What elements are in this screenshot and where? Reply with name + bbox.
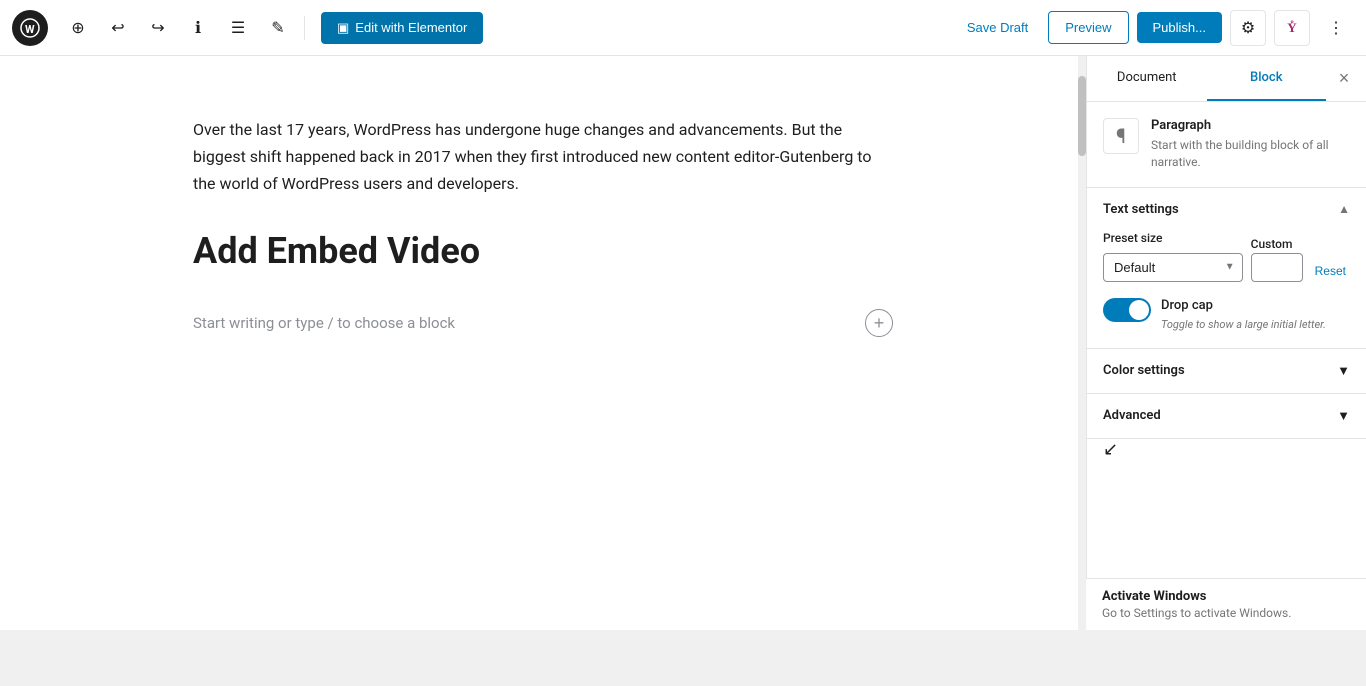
block-info-text: Paragraph Start with the building block …	[1151, 118, 1350, 171]
more-options-button[interactable]: ⋮	[1318, 10, 1354, 46]
reset-label: Reset	[1315, 264, 1346, 278]
info-button[interactable]: ℹ	[180, 10, 216, 46]
paragraph-icon: ¶	[1116, 124, 1126, 148]
list-view-button[interactable]: ☰	[220, 10, 256, 46]
redo-icon: ↪	[151, 18, 164, 38]
editor-content: Over the last 17 years, WordPress has un…	[193, 116, 893, 349]
add-block-toolbar-button[interactable]: ⊕	[60, 10, 96, 46]
yoast-button[interactable]: Y̊	[1274, 10, 1310, 46]
edit-elementor-button[interactable]: ▣ Edit with Elementor	[321, 12, 483, 44]
preview-button[interactable]: Preview	[1048, 11, 1128, 44]
close-icon: ×	[1339, 68, 1350, 89]
drop-cap-label: Drop cap	[1161, 298, 1326, 313]
toolbar-right: Save Draft Preview Publish... ⚙ Y̊ ⋮	[955, 10, 1354, 46]
pencil-icon: ✎	[271, 18, 284, 38]
custom-label: Custom	[1251, 237, 1293, 251]
cursor-indicator: ↙	[1103, 439, 1118, 460]
edit-elementor-label: Edit with Elementor	[355, 20, 467, 35]
main-layout: Over the last 17 years, WordPress has un…	[0, 56, 1366, 630]
block-sidebar: Document Block × ¶ Paragraph Start with …	[1086, 56, 1366, 630]
list-icon: ☰	[231, 18, 245, 38]
save-draft-button[interactable]: Save Draft	[955, 12, 1040, 43]
svg-text:W: W	[25, 23, 35, 36]
empty-paragraph-block[interactable]: Start writing or type / to choose a bloc…	[193, 297, 893, 349]
undo-icon: ↩	[111, 18, 124, 38]
activate-windows-description: Go to Settings to activate Windows.	[1102, 606, 1350, 620]
block-type-name: Paragraph	[1151, 118, 1350, 133]
tools-button[interactable]: ✎	[260, 10, 296, 46]
save-draft-label: Save Draft	[967, 20, 1028, 35]
tab-block-label: Block	[1250, 70, 1282, 85]
info-icon: ℹ	[195, 18, 201, 38]
elementor-icon: ▣	[337, 20, 349, 36]
top-toolbar: W ⊕ ↩ ↪ ℹ ☰ ✎ ▣ Edit with Elementor Save…	[0, 0, 1366, 56]
advanced-section-header[interactable]: Advanced ▼	[1087, 394, 1366, 439]
publish-button[interactable]: Publish...	[1137, 12, 1222, 43]
wp-logo[interactable]: W	[12, 10, 48, 46]
activate-windows-notice: Activate Windows Go to Settings to activ…	[1086, 578, 1366, 630]
color-settings-header[interactable]: Color settings ▼	[1087, 349, 1366, 394]
tab-document[interactable]: Document	[1087, 56, 1207, 101]
drop-cap-row: Drop cap Toggle to show a large initial …	[1103, 298, 1350, 332]
settings-button[interactable]: ⚙	[1230, 10, 1266, 46]
preset-size-select[interactable]: Default Small Medium Large X-Large	[1103, 253, 1243, 282]
text-settings-section: Text settings ▲ Preset size Default Smal…	[1087, 188, 1366, 349]
wp-logo-icon: W	[20, 18, 40, 38]
block-type-description: Start with the building block of all nar…	[1151, 137, 1350, 171]
tab-block[interactable]: Block	[1207, 56, 1327, 101]
text-settings-content: Preset size Default Small Medium Large X…	[1087, 231, 1366, 348]
text-settings-chevron: ▲	[1338, 202, 1350, 216]
color-settings-label: Color settings	[1103, 363, 1185, 378]
block-info-section: ¶ Paragraph Start with the building bloc…	[1087, 102, 1366, 188]
sidebar-tabs: Document Block ×	[1087, 56, 1366, 102]
paragraph-block[interactable]: Over the last 17 years, WordPress has un…	[193, 116, 893, 198]
color-settings-chevron: ▼	[1337, 363, 1350, 379]
preset-size-select-wrap: Default Small Medium Large X-Large ▼	[1103, 253, 1243, 282]
drop-cap-toggle[interactable]	[1103, 298, 1151, 322]
editor-scrollbar-thumb[interactable]	[1078, 76, 1086, 156]
toolbar-separator	[304, 16, 305, 40]
preview-label: Preview	[1065, 20, 1111, 35]
publish-label: Publish...	[1153, 20, 1206, 35]
text-settings-header[interactable]: Text settings ▲	[1087, 188, 1366, 231]
undo-button[interactable]: ↩	[100, 10, 136, 46]
redo-button[interactable]: ↪	[140, 10, 176, 46]
tab-document-label: Document	[1117, 70, 1177, 85]
heading-block[interactable]: Add Embed Video	[193, 230, 893, 273]
gear-icon: ⚙	[1241, 18, 1255, 38]
add-block-inline-button[interactable]: +	[865, 309, 893, 337]
editor-scrollbar-track[interactable]	[1078, 56, 1086, 630]
drop-cap-text: Drop cap Toggle to show a large initial …	[1161, 298, 1326, 332]
ellipsis-vertical-icon: ⋮	[1328, 18, 1344, 38]
advanced-label: Advanced	[1103, 408, 1161, 423]
sidebar-close-button[interactable]: ×	[1326, 61, 1362, 97]
empty-block-placeholder: Start writing or type / to choose a bloc…	[193, 314, 455, 332]
activate-windows-title: Activate Windows	[1102, 589, 1350, 604]
advanced-chevron: ▼	[1337, 408, 1350, 424]
block-type-icon: ¶	[1103, 118, 1139, 154]
toggle-knob	[1129, 300, 1149, 320]
plus-circle-icon: +	[874, 314, 885, 332]
drop-cap-description: Toggle to show a large initial letter.	[1161, 317, 1326, 332]
yoast-icon: Y̊	[1287, 20, 1296, 36]
text-settings-label: Text settings	[1103, 202, 1179, 217]
preset-size-label: Preset size	[1103, 231, 1243, 245]
plus-icon: ⊕	[71, 18, 84, 38]
editor-area[interactable]: Over the last 17 years, WordPress has un…	[0, 56, 1086, 630]
custom-size-input[interactable]	[1251, 253, 1303, 282]
reset-button[interactable]: Reset	[1311, 260, 1350, 282]
